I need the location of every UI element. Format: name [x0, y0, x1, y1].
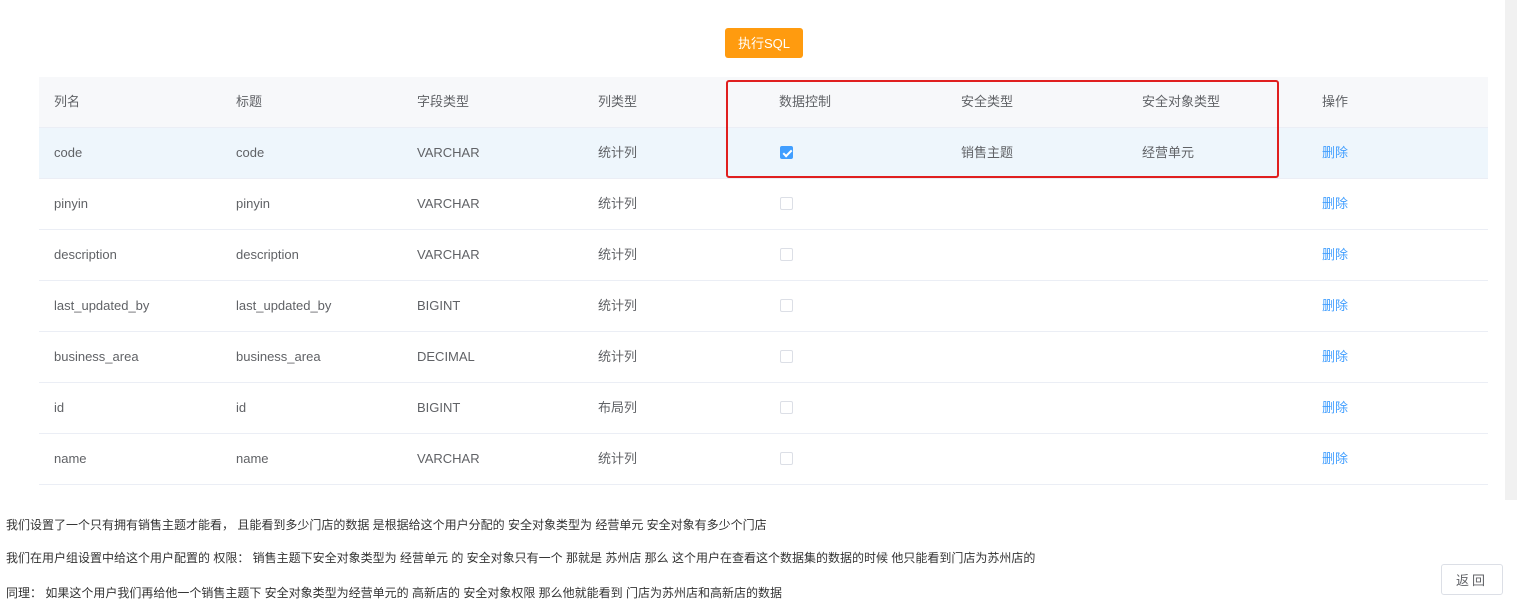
explanation-note: 同理： 如果这个用户我们再给他一个销售主题下 安全对象类型为经营单元的 高新店的… — [6, 586, 783, 600]
cell-title: description — [236, 247, 299, 262]
delete-link[interactable]: 删除 — [1322, 383, 1348, 433]
delete-link[interactable]: 删除 — [1322, 179, 1348, 229]
cell-column-name: pinyin — [54, 196, 88, 211]
delete-link[interactable]: 删除 — [1322, 281, 1348, 331]
cell-field-type: BIGINT — [417, 298, 461, 313]
table-row: code code VARCHAR 统计列 销售主题 经营单元 删除 — [39, 128, 1488, 179]
table-row: id id BIGINT 布局列 删除 — [39, 383, 1488, 434]
table-row: business_area business_area DECIMAL 统计列 … — [39, 332, 1488, 383]
cell-column-type: 统计列 — [598, 196, 638, 211]
header-security-type: 安全类型 — [961, 94, 1014, 109]
header-column-name: 列名 — [54, 94, 81, 109]
cell-field-type: VARCHAR — [417, 247, 480, 262]
cell-column-name: name — [54, 451, 87, 466]
cell-column-type: 布局列 — [598, 400, 638, 415]
columns-table: 列名 标题 字段类型 列类型 数据控制 安全类型 安全对象类型 操作 code … — [39, 77, 1488, 485]
header-title: 标题 — [236, 94, 263, 109]
data-control-checkbox[interactable] — [780, 452, 793, 465]
data-control-checkbox[interactable] — [780, 248, 793, 261]
data-control-checkbox[interactable] — [780, 197, 793, 210]
table-header: 列名 标题 字段类型 列类型 数据控制 安全类型 安全对象类型 操作 — [39, 77, 1488, 128]
data-control-checkbox[interactable] — [780, 146, 793, 159]
table-row: name name VARCHAR 统计列 删除 — [39, 434, 1488, 485]
cell-title: name — [236, 451, 269, 466]
delete-link[interactable]: 删除 — [1322, 230, 1348, 280]
cell-title: code — [236, 145, 265, 160]
cell-title: pinyin — [236, 196, 270, 211]
data-control-checkbox[interactable] — [780, 350, 793, 363]
delete-link[interactable]: 删除 — [1322, 434, 1348, 484]
explanation-note: 我们在用户组设置中给这个用户配置的 权限： 销售主题下安全对象类型为 经营单元 … — [6, 551, 1036, 565]
cell-title: id — [236, 400, 247, 415]
cell-column-type: 统计列 — [598, 247, 638, 262]
header-action: 操作 — [1322, 94, 1349, 109]
cell-column-type: 统计列 — [598, 298, 638, 313]
table-row: description description VARCHAR 统计列 删除 — [39, 230, 1488, 281]
cell-security-object-type: 经营单元 — [1142, 145, 1195, 160]
cell-field-type: DECIMAL — [417, 349, 475, 364]
vertical-scrollbar[interactable] — [1505, 0, 1517, 500]
table-row: pinyin pinyin VARCHAR 统计列 删除 — [39, 179, 1488, 230]
delete-link[interactable]: 删除 — [1322, 128, 1348, 178]
cell-column-name: id — [54, 400, 65, 415]
cell-column-name: business_area — [54, 349, 139, 364]
cell-field-type: VARCHAR — [417, 196, 480, 211]
cell-field-type: BIGINT — [417, 400, 461, 415]
delete-link[interactable]: 删除 — [1322, 332, 1348, 382]
cell-field-type: VARCHAR — [417, 451, 480, 466]
header-column-type: 列类型 — [598, 94, 638, 109]
back-button[interactable]: 返回 — [1441, 564, 1503, 595]
cell-column-name: code — [54, 145, 83, 160]
cell-title: business_area — [236, 349, 321, 364]
header-data-control: 数据控制 — [779, 94, 832, 109]
data-control-checkbox[interactable] — [780, 401, 793, 414]
cell-field-type: VARCHAR — [417, 145, 480, 160]
cell-title: last_updated_by — [236, 298, 332, 313]
header-field-type: 字段类型 — [417, 94, 470, 109]
cell-column-type: 统计列 — [598, 145, 638, 160]
cell-security-type: 销售主题 — [961, 145, 1014, 160]
table-row: last_updated_by last_updated_by BIGINT 统… — [39, 281, 1488, 332]
execute-sql-button[interactable]: 执行SQL — [725, 28, 803, 58]
data-control-checkbox[interactable] — [780, 299, 793, 312]
explanation-note: 我们设置了一个只有拥有销售主题才能看， 且能看到多少门店的数据 是根据给这个用户… — [6, 518, 767, 532]
cell-column-name: last_updated_by — [54, 298, 150, 313]
cell-column-type: 统计列 — [598, 451, 638, 466]
header-security-object-type: 安全对象类型 — [1142, 94, 1221, 109]
cell-column-name: description — [54, 247, 117, 262]
cell-column-type: 统计列 — [598, 349, 638, 364]
